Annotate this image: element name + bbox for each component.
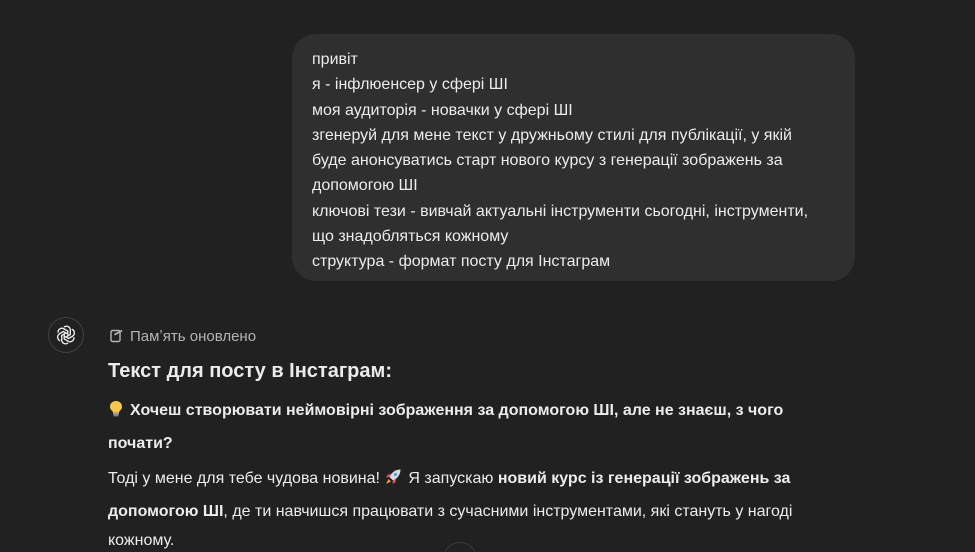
rocket-icon [384, 467, 402, 497]
response-heading: Текст для посту в Інстаграм: [108, 360, 392, 382]
assistant-avatar [48, 317, 84, 353]
announcement-end: кожному. [108, 532, 175, 549]
course-name-line1: новий курс із генерації зображень за [497, 470, 791, 487]
chat-page: привіт я - інфлюенсер у сфері ШІ моя ауд… [0, 0, 975, 552]
user-message-line: структура - формат посту для Інстаграм [312, 253, 611, 271]
course-name-line2: допомогою ШІ [108, 502, 224, 520]
lightbulb-icon [108, 399, 124, 429]
memory-edit-icon [110, 329, 123, 343]
hook-text-line1: Хочеш створювати неймовірні зображення з… [130, 402, 784, 419]
announcement-intro: Тоді у мене для тебе чудова новина! [108, 470, 380, 487]
openai-logo-icon [56, 325, 76, 345]
user-message-line: буде анонсуватись старт нового курсу з г… [312, 152, 783, 170]
user-message-line: що знадобляться кожному [312, 228, 509, 246]
announcement-mid: Я запускаю [408, 470, 494, 487]
user-message-line: моя аудиторія - новачки у сфері ШІ [312, 101, 573, 119]
user-message-line: ключові тези - вивчай актуальні інструме… [312, 202, 809, 220]
user-message-line: привіт [312, 51, 358, 68]
memory-updated-indicator[interactable]: Памʼять оновлено [110, 326, 256, 346]
user-message-bubble: привіт я - інфлюенсер у сфері ШІ моя ауд… [292, 34, 855, 281]
user-message-line: допомогою ШІ [312, 177, 418, 195]
memory-updated-label: Памʼять оновлено [130, 327, 257, 345]
response-paragraph-hook: Хочеш створювати неймовірні зображення з… [108, 396, 828, 458]
hook-text-line2: почати? [108, 434, 173, 452]
user-message-line: згенеруй для мене текст у дружньому стил… [312, 126, 792, 144]
response-paragraph-announcement: Тоді у мене для тебе чудова новина! Я за… [108, 464, 828, 552]
user-message-line: я - інфлюенсер у сфері ШІ [312, 76, 508, 94]
announcement-details: , де ти навчишся працювати з сучасними і… [223, 502, 793, 520]
